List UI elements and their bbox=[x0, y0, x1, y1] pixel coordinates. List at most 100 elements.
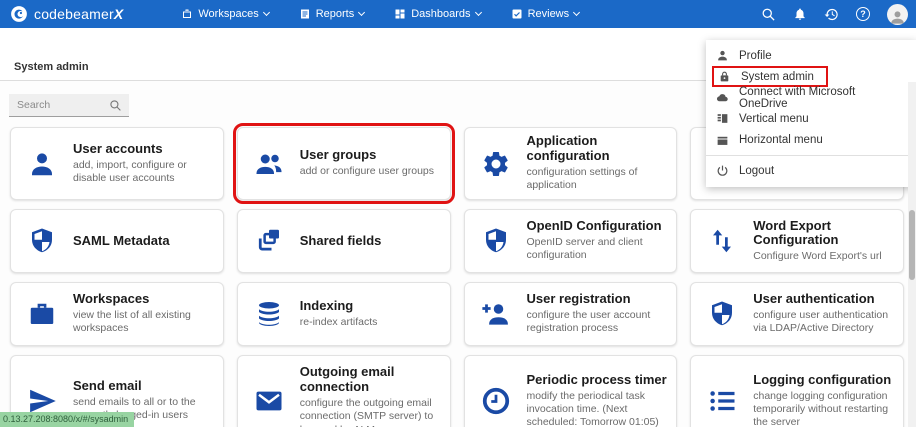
search-box bbox=[9, 94, 129, 117]
card-title: User groups bbox=[300, 148, 442, 163]
card-title: User registration bbox=[527, 292, 669, 307]
swap-vertical-icon bbox=[691, 226, 753, 256]
card-title: Application configuration bbox=[527, 134, 669, 164]
cloud-icon bbox=[716, 91, 729, 104]
top-navbar: codebeamerX Workspaces Reports Dashboard… bbox=[0, 0, 916, 28]
menu-item-horizontal-menu[interactable]: Horizontal menu bbox=[706, 129, 916, 150]
bell-icon[interactable] bbox=[793, 7, 807, 21]
card-subtitle: Configure Word Export's url bbox=[753, 250, 895, 263]
card-subtitle: configure the user account registration … bbox=[527, 309, 669, 335]
menu-item-label: Connect with Microsoft OneDrive bbox=[739, 86, 906, 110]
card-saml-metadata[interactable]: SAML Metadata bbox=[10, 209, 224, 273]
card-logging-configuration[interactable]: Logging configuration change logging con… bbox=[690, 355, 904, 427]
nav-dashboards-label: Dashboards bbox=[411, 8, 470, 20]
shield-icon bbox=[11, 226, 73, 256]
card-outgoing-email-connection[interactable]: Outgoing email connection configure the … bbox=[237, 355, 451, 427]
search-input[interactable] bbox=[9, 99, 109, 111]
card-subtitle: change logging configuration temporarily… bbox=[753, 390, 895, 427]
power-icon bbox=[716, 164, 729, 177]
card-subtitle: add, import, configure or disable user a… bbox=[73, 159, 215, 185]
search-icon[interactable] bbox=[761, 7, 776, 22]
menu-item-connect-onedrive[interactable]: Connect with Microsoft OneDrive bbox=[706, 87, 916, 108]
chevron-down-icon bbox=[358, 9, 365, 16]
card-title: Shared fields bbox=[300, 234, 442, 249]
menu-item-vertical-menu[interactable]: Vertical menu bbox=[706, 108, 916, 129]
database-icon bbox=[238, 299, 300, 329]
vertical-menu-icon bbox=[716, 112, 729, 125]
card-subtitle: configure user authentication via LDAP/A… bbox=[753, 309, 895, 335]
horizontal-menu-icon bbox=[716, 133, 729, 146]
card-workspaces[interactable]: Workspaces view the list of all existing… bbox=[10, 282, 224, 346]
card-application-configuration[interactable]: Application configuration configuration … bbox=[464, 127, 678, 200]
card-periodic-process-timer[interactable]: Periodic process timer modify the period… bbox=[464, 355, 678, 427]
card-subtitle: modify the periodical task invocation ti… bbox=[527, 390, 669, 427]
lock-icon bbox=[718, 70, 731, 83]
card-title: SAML Metadata bbox=[73, 234, 215, 249]
page-title: System admin bbox=[14, 61, 89, 73]
list-icon bbox=[691, 386, 753, 416]
card-subtitle: OpenID server and client configuration bbox=[527, 236, 669, 262]
user-add-icon bbox=[465, 299, 527, 329]
menu-item-logout[interactable]: Logout bbox=[706, 160, 916, 181]
card-user-registration[interactable]: User registration configure the user acc… bbox=[464, 282, 678, 346]
briefcase-icon bbox=[181, 8, 193, 20]
card-user-accounts[interactable]: User accounts add, import, configure or … bbox=[10, 127, 224, 200]
nav-workspaces[interactable]: Workspaces bbox=[181, 8, 268, 20]
mail-icon bbox=[238, 386, 300, 416]
shield-icon bbox=[691, 299, 753, 329]
menu-item-label: Vertical menu bbox=[739, 113, 809, 125]
avatar[interactable] bbox=[887, 4, 908, 25]
nav-reports[interactable]: Reports bbox=[299, 8, 365, 20]
card-indexing[interactable]: Indexing re-index artifacts bbox=[237, 282, 451, 346]
dashboard-icon bbox=[394, 8, 406, 20]
briefcase-icon bbox=[11, 299, 73, 329]
chevron-down-icon bbox=[263, 9, 270, 16]
clock-icon bbox=[465, 386, 527, 416]
menu-item-label: Logout bbox=[739, 165, 774, 177]
card-title: Send email bbox=[73, 379, 215, 394]
menu-item-label: Profile bbox=[739, 50, 772, 62]
brand-name: codebeamerX bbox=[34, 6, 123, 22]
user-icon bbox=[716, 49, 729, 62]
users-icon bbox=[238, 149, 300, 179]
card-word-export-configuration[interactable]: Word Export Configuration Configure Word… bbox=[690, 209, 904, 273]
report-icon bbox=[299, 8, 311, 20]
menu-item-label: Horizontal menu bbox=[739, 134, 823, 146]
card-title: Outgoing email connection bbox=[300, 365, 442, 395]
history-icon[interactable] bbox=[824, 7, 839, 22]
gear-icon bbox=[465, 149, 527, 179]
card-title: Periodic process timer bbox=[527, 373, 669, 388]
nav-workspaces-label: Workspaces bbox=[198, 8, 258, 20]
status-url-bar: 0.13.27.208:8080/x/#/sysadmin bbox=[0, 412, 134, 427]
card-openid-configuration[interactable]: OpenID Configuration OpenID server and c… bbox=[464, 209, 678, 273]
card-title: OpenID Configuration bbox=[527, 219, 669, 234]
card-subtitle: re-index artifacts bbox=[300, 316, 442, 329]
card-title: Logging configuration bbox=[753, 373, 895, 388]
card-title: User authentication bbox=[753, 292, 895, 307]
menu-item-system-admin[interactable]: System admin bbox=[706, 66, 916, 87]
card-user-groups[interactable]: User groups add or configure user groups bbox=[237, 127, 451, 200]
help-icon[interactable]: ? bbox=[856, 7, 870, 21]
nav-dashboards[interactable]: Dashboards bbox=[394, 8, 480, 20]
main-nav: Workspaces Reports Dashboards Reviews bbox=[181, 8, 579, 20]
search-icon[interactable] bbox=[109, 99, 122, 112]
card-title: Workspaces bbox=[73, 292, 215, 307]
nav-reviews[interactable]: Reviews bbox=[511, 8, 580, 20]
nav-reviews-label: Reviews bbox=[528, 8, 570, 20]
chevron-down-icon bbox=[475, 9, 482, 16]
user-dropdown-menu: Profile System admin Connect with Micros… bbox=[706, 40, 916, 187]
layers-icon bbox=[238, 226, 300, 256]
card-title: Word Export Configuration bbox=[753, 219, 895, 249]
card-subtitle: add or configure user groups bbox=[300, 165, 442, 178]
system-admin-highlight-box: System admin bbox=[712, 66, 828, 87]
card-title: Indexing bbox=[300, 299, 442, 314]
codebeamer-logo-icon bbox=[10, 5, 28, 23]
brand-logo[interactable]: codebeamerX bbox=[0, 5, 123, 23]
card-user-authentication[interactable]: User authentication configure user authe… bbox=[690, 282, 904, 346]
scrollbar-thumb[interactable] bbox=[909, 210, 915, 280]
card-shared-fields[interactable]: Shared fields bbox=[237, 209, 451, 273]
vertical-scrollbar[interactable] bbox=[908, 82, 916, 427]
nav-reports-label: Reports bbox=[316, 8, 355, 20]
card-subtitle: configure the outgoing email connection … bbox=[300, 397, 442, 427]
menu-item-profile[interactable]: Profile bbox=[706, 45, 916, 66]
